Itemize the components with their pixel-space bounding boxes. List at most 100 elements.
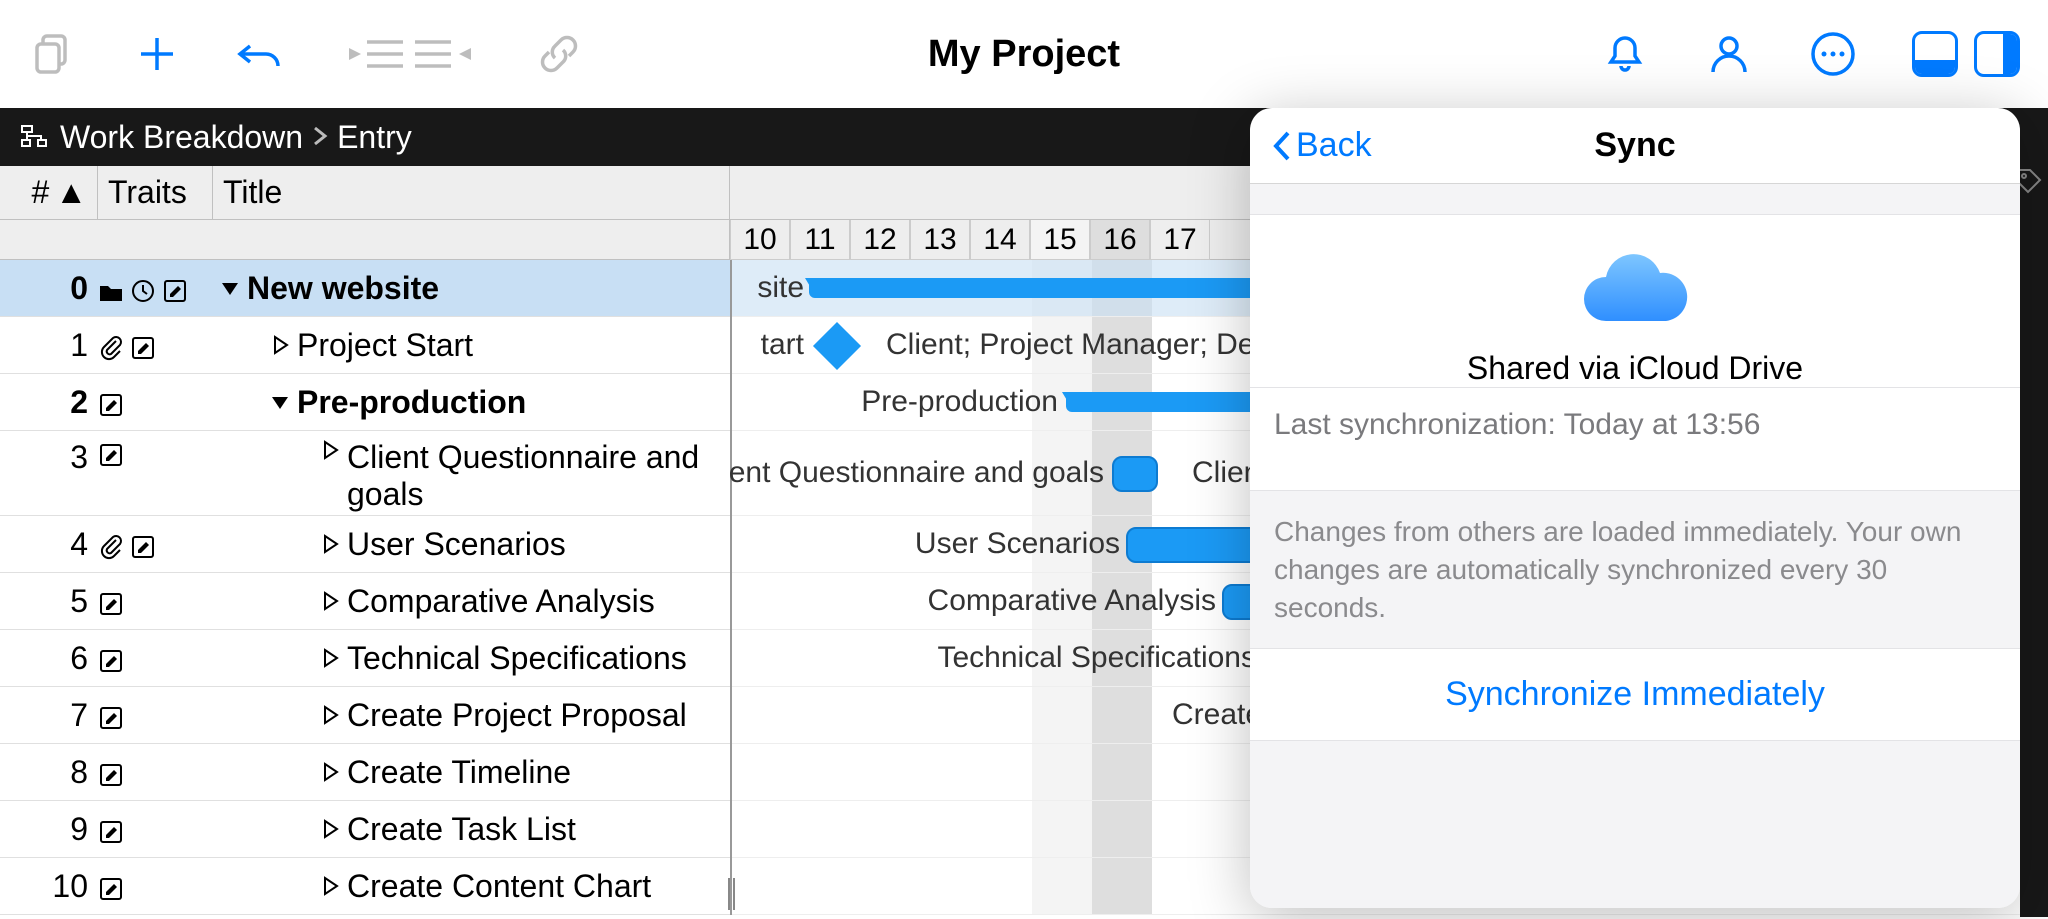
disclosure-toggle[interactable] (313, 704, 347, 726)
add-icon[interactable] (132, 29, 182, 79)
row-title: Create Project Proposal (347, 697, 720, 734)
task-bar[interactable] (1126, 527, 1260, 563)
row-title: User Scenarios (347, 526, 720, 563)
edit-icon (98, 759, 124, 785)
clip-icon (98, 531, 124, 557)
row-traits (98, 439, 213, 465)
disclosure-toggle[interactable] (313, 533, 347, 555)
gantt-label: Technical Specifications (937, 641, 1256, 675)
row-traits (98, 702, 213, 728)
day-header-cell[interactable]: 15 (1030, 220, 1090, 260)
clip-icon (98, 332, 124, 358)
disclosure-toggle[interactable] (313, 590, 347, 612)
row-title: New website (247, 270, 720, 307)
row-traits (98, 531, 213, 557)
link-icon[interactable] (534, 29, 584, 79)
chevron-right-icon (311, 119, 329, 156)
last-sync: Last synchronization: Today at 13:56 (1250, 387, 2020, 462)
edit-icon (98, 645, 124, 671)
row-number: 2 (0, 384, 98, 421)
bell-icon[interactable] (1600, 29, 1650, 79)
day-header-cell[interactable]: 11 (790, 220, 850, 260)
outline-row[interactable]: 9Create Task List (0, 801, 730, 858)
disclosure-toggle[interactable] (313, 761, 347, 783)
outline-row[interactable]: 7 Create Project Proposal (0, 687, 730, 744)
row-number: 7 (0, 697, 98, 734)
edit-icon (98, 873, 124, 899)
task-bar[interactable] (1112, 456, 1158, 492)
row-number: 6 (0, 640, 98, 677)
disclosure-toggle[interactable] (313, 647, 347, 669)
outline-row[interactable]: 8Create Timeline (0, 744, 730, 801)
back-button[interactable]: Back (1270, 126, 1372, 165)
disclosure-toggle[interactable] (263, 391, 297, 413)
outline-row[interactable]: 0 New website (0, 260, 730, 317)
outline-row[interactable]: 3Client Questionnaire and goals (0, 431, 730, 516)
breadcrumb-root[interactable]: Work Breakdown (60, 119, 303, 156)
edit-icon (98, 588, 124, 614)
disclosure-toggle[interactable] (213, 277, 247, 299)
sort-desc-icon: ▲ (55, 174, 87, 211)
row-number: 9 (0, 811, 98, 848)
day-header-cell[interactable]: 10 (730, 220, 790, 260)
documents-icon[interactable] (28, 29, 78, 79)
splitter-handle[interactable] (727, 874, 737, 914)
col-title[interactable]: Title (213, 166, 730, 219)
outline-row[interactable]: 5Comparative Analysis (0, 573, 730, 630)
shared-label: Shared via iCloud Drive (1250, 350, 2020, 387)
day-header-cell[interactable]: 13 (910, 220, 970, 260)
breakdown-icon (20, 122, 50, 152)
col-number[interactable]: # ▲ (0, 166, 98, 219)
outline-row[interactable]: 6 Technical Specifications (0, 630, 730, 687)
gantt-label: User Scenarios (915, 527, 1120, 561)
more-icon[interactable] (1808, 29, 1858, 79)
indent-outdent-icon[interactable] (340, 29, 480, 79)
row-traits (98, 645, 213, 671)
day-header-cell[interactable]: 17 (1150, 220, 1210, 260)
sync-now-button[interactable]: Synchronize Immediately (1250, 648, 2020, 741)
day-header-cell[interactable]: 12 (850, 220, 910, 260)
disclosure-toggle[interactable] (313, 439, 347, 461)
outline-row[interactable]: 10Create Content Chart (0, 858, 730, 915)
disclosure-toggle[interactable] (263, 334, 297, 356)
gantt-label: Comparative Analysis (928, 584, 1216, 618)
row-title: Pre-production (297, 384, 720, 421)
edit-icon (130, 531, 156, 557)
icloud-icon (1250, 251, 2020, 330)
day-header-cell[interactable]: 14 (970, 220, 1030, 260)
sync-popover: Back Sync Shared via iCloud Drive Last s… (1250, 108, 2020, 908)
row-traits (98, 816, 213, 842)
user-icon[interactable] (1704, 29, 1754, 79)
undo-icon[interactable] (236, 29, 286, 79)
row-title: Technical Specifications (347, 640, 720, 677)
row-traits (98, 759, 213, 785)
outline-row[interactable]: 4 User Scenarios (0, 516, 730, 573)
breadcrumb-leaf[interactable]: Entry (337, 119, 412, 156)
row-traits (98, 588, 213, 614)
edit-icon (162, 275, 188, 301)
right-panel-toggle[interactable] (1974, 31, 2020, 77)
milestone[interactable] (813, 322, 861, 370)
gantt-label: Pre-production (861, 385, 1058, 419)
edit-icon (98, 389, 124, 415)
row-number: 10 (0, 868, 98, 905)
outline-row[interactable]: 2 Pre-production (0, 374, 730, 431)
row-traits (98, 332, 213, 358)
row-number: 4 (0, 526, 98, 563)
outline-row[interactable]: 1Project Start (0, 317, 730, 374)
row-title: Client Questionnaire and goals (347, 439, 720, 513)
disclosure-toggle[interactable] (313, 875, 347, 897)
row-number: 5 (0, 583, 98, 620)
day-header-cell[interactable]: 16 (1090, 220, 1150, 260)
disclosure-toggle[interactable] (313, 818, 347, 840)
folder-icon (98, 275, 124, 301)
row-title: Create Timeline (347, 754, 720, 791)
col-traits[interactable]: Traits (98, 166, 213, 219)
gantt-label: ent Questionnaire and goals (729, 456, 1104, 490)
bottom-panel-toggle[interactable] (1912, 31, 1958, 77)
outline: 0 New website 1Project Start 2 Pre-productio… (0, 260, 730, 915)
gantt-label: tart (761, 328, 804, 362)
row-traits (98, 873, 213, 899)
row-number: 0 (0, 270, 98, 307)
clock-icon (130, 275, 156, 301)
